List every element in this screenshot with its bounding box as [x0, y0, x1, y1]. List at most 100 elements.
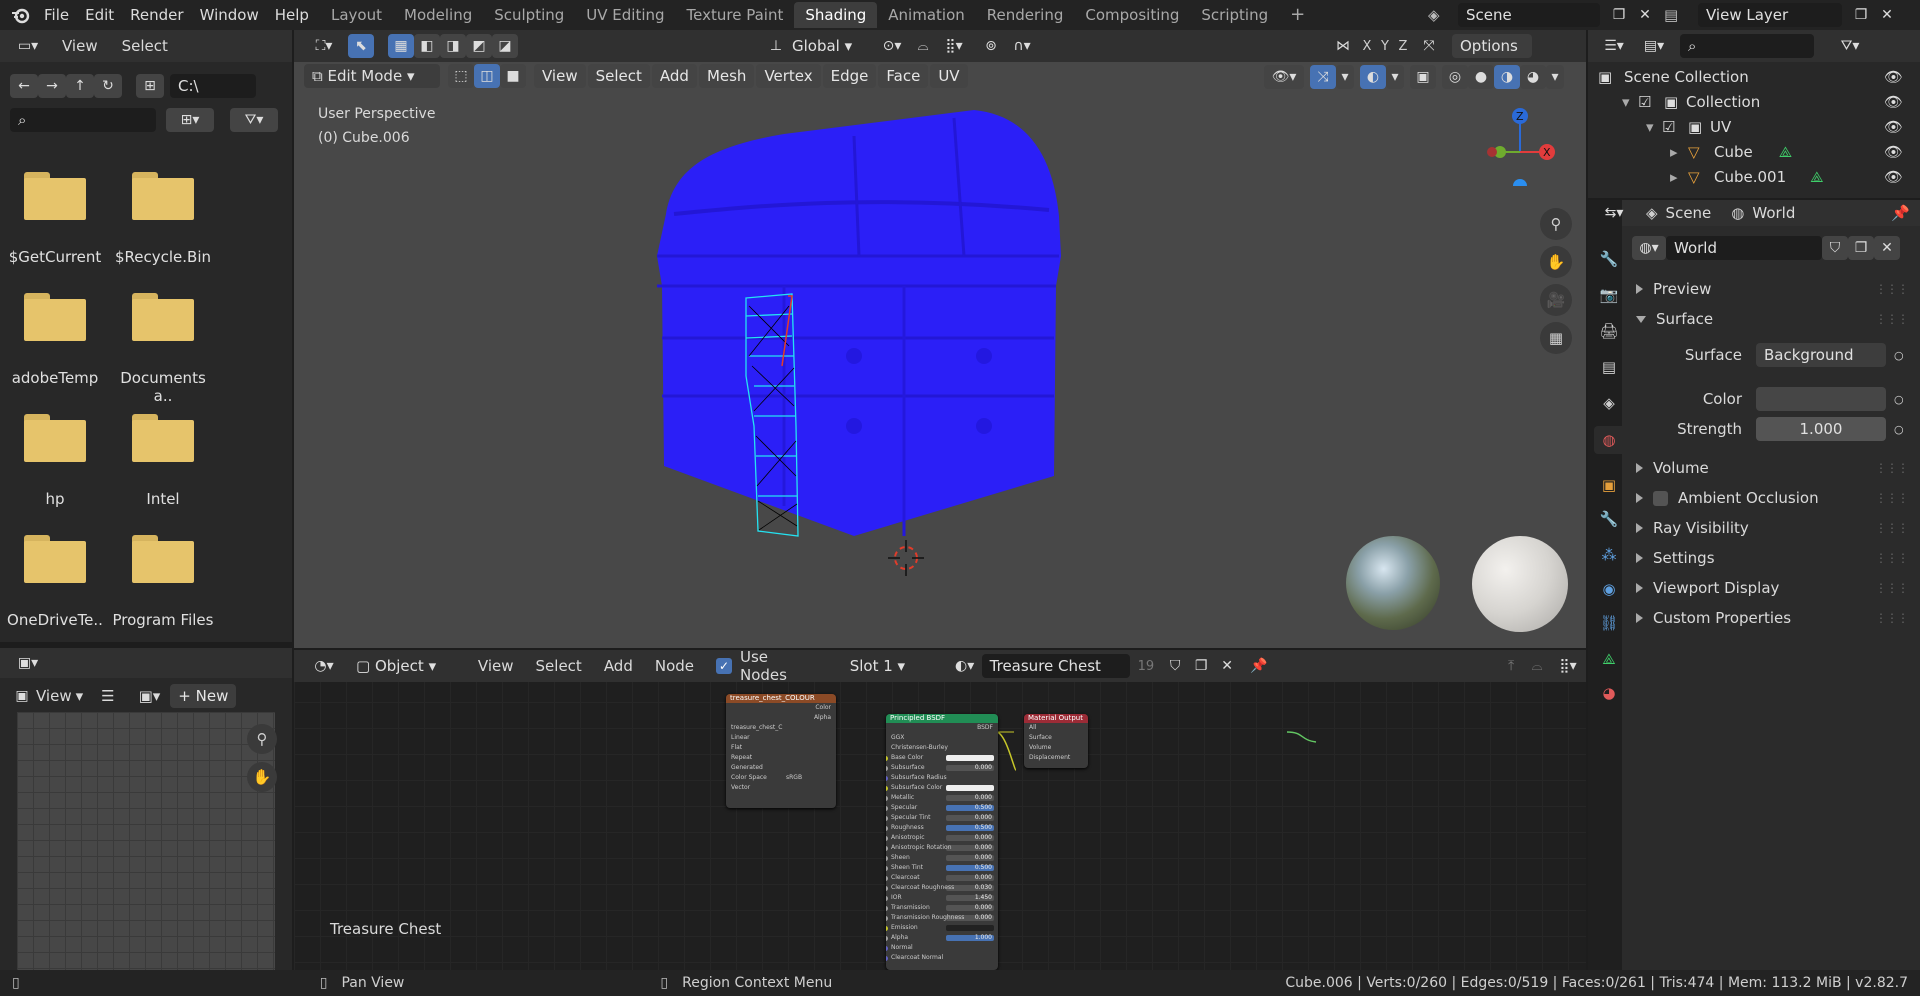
tool-tab-icon[interactable]: 🔧	[1598, 248, 1620, 270]
checkbox-icon[interactable]: ☑	[1662, 118, 1688, 136]
outliner-row-scene-collection[interactable]: ▣ Scene Collection	[1598, 64, 1749, 89]
delete-scene-icon[interactable]: ✕	[1632, 3, 1658, 27]
new-image-button[interactable]: + New	[170, 684, 237, 708]
bsdf-distribution[interactable]: GGX	[886, 733, 998, 743]
bsdf-input-row[interactable]: Specular 0.500	[886, 803, 998, 813]
surface-shader-select[interactable]: Background	[1756, 343, 1886, 367]
breadcrumb-world[interactable]: World	[1752, 204, 1795, 222]
select-tool-icon[interactable]: ⬉	[348, 34, 374, 58]
bsdf-input-row[interactable]: Transmission Roughness 0.000	[886, 913, 998, 923]
view-layer-field[interactable]: View Layer	[1698, 3, 1842, 27]
image-node-field[interactable]: Flat	[726, 743, 836, 753]
outliner-row-collection[interactable]: ▾ ☑ ▣ Collection	[1622, 89, 1760, 114]
scene-name-field[interactable]: Scene	[1458, 3, 1600, 27]
orientation-select[interactable]: Global ▾	[784, 34, 870, 58]
scene-tab-icon[interactable]: ◈	[1598, 392, 1620, 414]
bsdf-input-row[interactable]: Base Color	[886, 753, 998, 763]
bsdf-input-row[interactable]: Sheen Tint 0.500	[886, 863, 998, 873]
mode-select[interactable]: ⧉ Edit Mode ▾	[304, 64, 440, 88]
visibility-eye-icon[interactable]: 👁	[1884, 143, 1903, 161]
wireframe-shading-icon[interactable]: ◎	[1442, 65, 1468, 89]
visibility-icon[interactable]: 👁▾	[1264, 65, 1304, 89]
image-browse-icon[interactable]: ▣▾	[139, 687, 161, 705]
panel-volume[interactable]: Volume ⋮⋮⋮	[1636, 453, 1916, 483]
pan-hand-icon[interactable]: ✋	[1540, 246, 1572, 278]
file-search-input[interactable]: ⌕	[10, 108, 156, 132]
axis-z-toggle[interactable]: Z	[1394, 39, 1412, 54]
bsdf-input-row[interactable]: Sheen 0.000	[886, 853, 998, 863]
folder-icon[interactable]	[132, 172, 194, 220]
select-extend-icon[interactable]: ◧	[414, 34, 440, 58]
falloff-icon[interactable]: ∩▾	[1004, 34, 1040, 58]
editor-type-icon[interactable]: ⛶▾	[306, 34, 342, 58]
display-mode-icon[interactable]: ⊞▾	[166, 108, 214, 132]
parent-dir-icon[interactable]: ↑	[66, 74, 94, 98]
menu-help[interactable]: Help	[267, 2, 317, 28]
bsdf-input-row[interactable]: Alpha 1.000	[886, 933, 998, 943]
bsdf-input-row[interactable]: Subsurface Color	[886, 783, 998, 793]
pan-hand-icon[interactable]: ✋	[247, 762, 277, 792]
visibility-eye-icon[interactable]: 👁	[1884, 68, 1903, 86]
input-socket-icon[interactable]	[886, 846, 888, 851]
input-socket-icon[interactable]	[886, 776, 888, 781]
data-tab-icon[interactable]: ⟁	[1598, 648, 1620, 670]
input-socket-icon[interactable]	[886, 906, 888, 911]
render-tab-icon[interactable]: 📷	[1598, 284, 1620, 306]
gizmo-dropdown-icon[interactable]: ▾	[1336, 65, 1354, 89]
mirror-icon[interactable]: ⋈	[1330, 34, 1356, 58]
image-node-colorspace[interactable]: Color Space sRGB	[726, 773, 836, 783]
pivot-icon[interactable]: ⊙▾	[874, 34, 910, 58]
tab-texture-paint[interactable]: Texture Paint	[676, 2, 795, 28]
world-browse-icon[interactable]: ◍▾	[1632, 236, 1666, 260]
menu-file[interactable]: File	[36, 2, 77, 28]
particles-tab-icon[interactable]: ⁂	[1598, 544, 1620, 566]
chevron-right-icon[interactable]: ▸	[1670, 168, 1688, 186]
world-tab-icon[interactable]: ◍	[1594, 426, 1624, 454]
input-socket-icon[interactable]	[886, 956, 888, 961]
zoom-icon[interactable]: ⚲	[1540, 208, 1572, 240]
input-socket-icon[interactable]	[886, 866, 888, 871]
folder-icon[interactable]	[24, 293, 86, 341]
tab-uv-editing[interactable]: UV Editing	[575, 2, 675, 28]
visibility-eye-icon[interactable]: 👁	[1884, 93, 1903, 111]
folder-label[interactable]: Documents a..	[109, 369, 217, 405]
modifier-tab-icon[interactable]: 🔧	[1598, 508, 1620, 530]
input-socket-icon[interactable]	[886, 796, 888, 801]
tab-sculpting[interactable]: Sculpting	[483, 2, 575, 28]
bsdf-input-row[interactable]: Transmission 0.000	[886, 903, 998, 913]
tab-layout[interactable]: Layout	[320, 2, 393, 28]
input-socket-icon[interactable]	[886, 946, 888, 951]
visibility-eye-icon[interactable]: 👁	[1884, 118, 1903, 136]
image-view-menu[interactable]: View	[36, 687, 72, 705]
bsdf-input-row[interactable]: Specular Tint 0.000	[886, 813, 998, 823]
bsdf-input-row[interactable]: IOR 1.450	[886, 893, 998, 903]
options-dropdown[interactable]: Options ▾	[1452, 34, 1532, 79]
link-socket-icon[interactable]: ○	[1894, 349, 1904, 362]
unlink-world-icon[interactable]: ✕	[1874, 236, 1900, 260]
visibility-eye-icon[interactable]: 👁	[1884, 168, 1903, 186]
bsdf-input-row[interactable]: Clearcoat Roughness 0.030	[886, 883, 998, 893]
tab-scripting[interactable]: Scripting	[1190, 2, 1279, 28]
image-node-field[interactable]: Repeat	[726, 753, 836, 763]
folder-label[interactable]: $Recycle.Bin	[109, 248, 217, 266]
vp-menu-add[interactable]: Add	[651, 64, 697, 88]
image-canvas[interactable]	[17, 712, 275, 970]
vp-menu-face[interactable]: Face	[878, 64, 929, 88]
image-node-field[interactable]: Linear	[726, 733, 836, 743]
input-socket-icon[interactable]	[886, 816, 888, 821]
hamburger-menu-icon[interactable]: ☰	[101, 687, 114, 705]
link-socket-icon[interactable]: ○	[1894, 423, 1904, 436]
treasure-chest-mesh[interactable]	[654, 106, 1074, 576]
bsdf-subsurface-method[interactable]: Christensen-Burley	[886, 743, 998, 753]
panel-preview[interactable]: Preview ⋮⋮⋮	[1636, 274, 1916, 304]
file-menu-view[interactable]: View	[62, 37, 98, 55]
forward-arrow-icon[interactable]: →	[38, 74, 66, 98]
input-socket-icon[interactable]	[886, 876, 888, 881]
refresh-icon[interactable]: ↻	[94, 74, 122, 98]
zoom-icon[interactable]: ⚲	[247, 724, 277, 754]
input-socket-icon[interactable]	[886, 766, 888, 771]
input-socket-icon[interactable]	[886, 916, 888, 921]
panel-ray-visibility[interactable]: Ray Visibility ⋮⋮⋮	[1636, 513, 1916, 543]
xray-icon[interactable]: ▣	[1410, 65, 1436, 89]
panel-viewport-display[interactable]: Viewport Display ⋮⋮⋮	[1636, 573, 1916, 603]
